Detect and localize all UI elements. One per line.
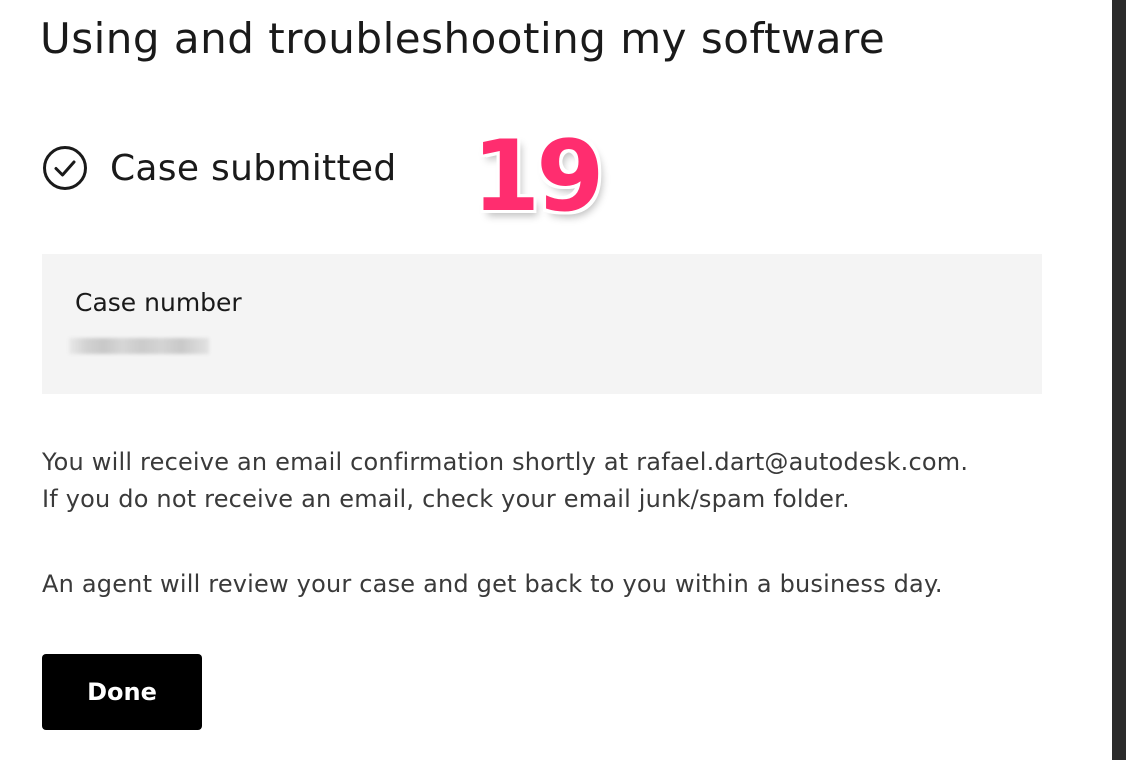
case-status: Case submitted [42,146,396,190]
case-number-panel: Case number [42,254,1042,394]
done-button[interactable]: Done [42,654,202,730]
case-number-label: Case number [75,288,242,317]
agent-review-notice: An agent will review your case and get b… [42,570,943,598]
case-submitted-dialog: Using and troubleshooting my software Ca… [0,0,1126,760]
window-edge-scrollbar [1112,0,1126,760]
email-confirmation-line: You will receive an email confirmation s… [42,448,969,476]
page-title: Using and troubleshooting my software [40,14,886,63]
check-circle-icon [42,145,88,191]
case-status-label: Case submitted [110,147,397,189]
spam-folder-hint: If you do not receive an email, check yo… [42,485,850,513]
email-confirmation-message: You will receive an email confirmation s… [42,444,968,518]
case-number-value-redacted [69,338,209,354]
step-number-annotation: 19 [472,120,604,234]
